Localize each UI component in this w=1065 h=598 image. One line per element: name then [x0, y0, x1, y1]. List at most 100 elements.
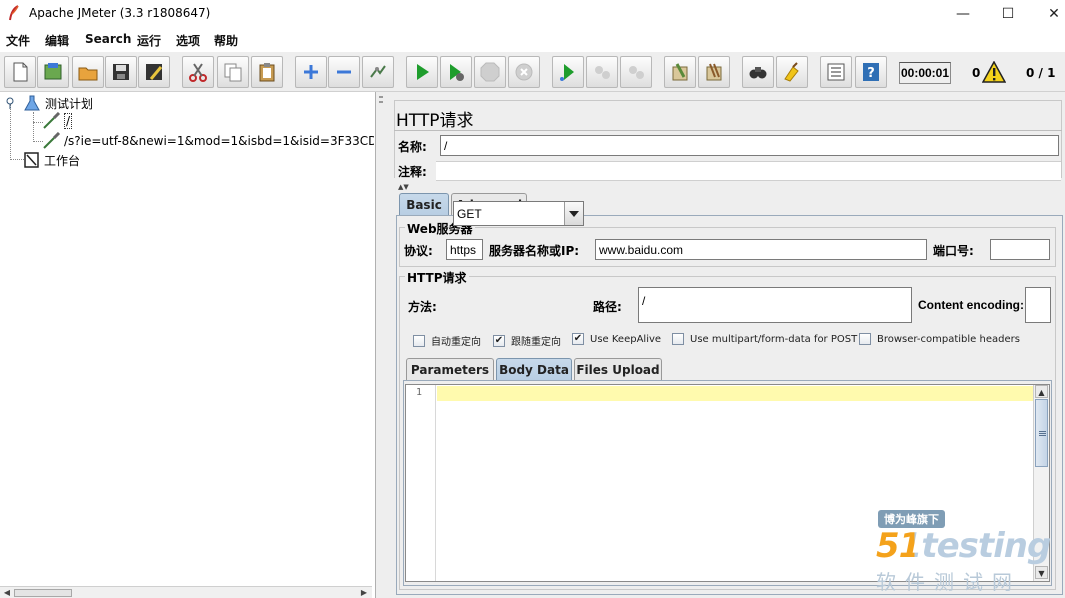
checkbox-keepalive[interactable]: ✔ Use KeepAlive [572, 333, 661, 345]
close-button[interactable]: ✕ [1031, 0, 1065, 28]
menu-options[interactable]: 选项 [176, 32, 200, 49]
open-button[interactable] [72, 56, 104, 88]
current-line-highlight[interactable] [437, 386, 1033, 401]
checkbox-box[interactable]: ✔ [572, 333, 584, 345]
scroll-up-icon[interactable]: ▲ [1035, 385, 1048, 398]
menu-help[interactable]: 帮助 [214, 32, 238, 49]
templates-button[interactable] [37, 56, 69, 88]
paste-icon [259, 63, 275, 82]
pane-splitter[interactable] [377, 92, 385, 598]
path-field[interactable]: / [638, 287, 912, 323]
new-button[interactable] [4, 56, 36, 88]
collapse-all-button[interactable] [328, 56, 360, 88]
menu-edit[interactable]: 编辑 [45, 32, 69, 49]
shutdown-icon [515, 63, 533, 81]
scroll-left-icon[interactable]: ◀ [1, 588, 13, 598]
menu-search[interactable]: Search [85, 32, 131, 46]
function-helper-button[interactable] [820, 56, 852, 88]
save-as-button[interactable] [138, 56, 170, 88]
tab-basic[interactable]: Basic [399, 193, 449, 215]
collapse-arrows-icon[interactable]: ▲▼ [398, 183, 409, 191]
tab-files-upload[interactable]: Files Upload [574, 358, 662, 380]
tree-item-workbench[interactable]: 工作台 [23, 151, 80, 169]
checkbox-box[interactable] [672, 333, 684, 345]
toggle-icon [370, 65, 386, 78]
start-button[interactable] [406, 56, 438, 88]
method-dropdown-button[interactable] [564, 202, 583, 225]
tree-item-child-sampler[interactable]: /s?ie=utf-8&newi=1&mod=1&isbd=1&isid=3F3… [42, 132, 374, 150]
expand-icon [304, 65, 318, 79]
name-field[interactable]: / [440, 135, 1059, 156]
tree-label-test-plan: 测试计划 [45, 96, 94, 111]
stop-icon [480, 62, 500, 82]
tree-expand-icon[interactable] [5, 97, 17, 109]
remote-stop-icon [595, 66, 610, 79]
jmeter-window: Apache JMeter (3.3 r1808647) — ☐ ✕ 文件 编辑… [0, 0, 1065, 598]
reset-search-button[interactable] [776, 56, 808, 88]
collapse-icon [337, 70, 351, 74]
remote-shutdown-button[interactable] [620, 56, 652, 88]
scroll-right-icon[interactable]: ▶ [358, 588, 370, 598]
search-icon [749, 67, 767, 79]
tab-parameters[interactable]: Parameters [406, 358, 494, 380]
checkbox-browser-headers[interactable]: Browser-compatible headers [859, 333, 1020, 345]
tree-item-sampler[interactable]: / [42, 112, 73, 130]
active-threads: 0 / 1 [1026, 66, 1056, 80]
tree-horizontal-scrollbar[interactable]: ◀ ▶ [0, 586, 372, 598]
sampler-pipette-icon [43, 132, 61, 149]
templates-icon [44, 63, 62, 80]
comment-field[interactable] [436, 161, 1061, 181]
encoding-field[interactable] [1025, 287, 1051, 323]
server-field[interactable]: www.baidu.com [595, 239, 927, 260]
protocol-field[interactable]: https [446, 239, 483, 260]
checkbox-box[interactable] [859, 333, 871, 345]
paste-button[interactable] [251, 56, 283, 88]
checkbox-follow-redirect[interactable]: ✔ 跟随重定向 [493, 333, 561, 348]
menu-run[interactable]: 运行 [137, 32, 161, 49]
watermark: 博为峰旗下 51testing 软件测试网 [868, 508, 1058, 594]
checkbox-auto-redirect[interactable]: 自动重定向 [413, 333, 481, 348]
copy-button[interactable] [217, 56, 249, 88]
open-icon [78, 67, 98, 81]
expand-all-button[interactable] [295, 56, 327, 88]
method-select[interactable]: GET [453, 201, 584, 226]
http-request-title: HTTP请求 [405, 269, 469, 286]
checkbox-label: 跟随重定向 [511, 337, 561, 348]
help-button[interactable]: ? [855, 56, 887, 88]
encoding-label: Content encoding: [918, 298, 1024, 312]
line-number: 1 [416, 387, 423, 398]
scroll-thumb[interactable] [14, 589, 72, 597]
cut-button[interactable] [182, 56, 214, 88]
test-plan-tree[interactable]: 测试计划 / /s?ie=utf-8&newi=1&mod=1&isbd=1&i… [0, 92, 376, 598]
workbench-icon [24, 152, 39, 168]
remote-stop-button[interactable] [586, 56, 618, 88]
minimize-button[interactable]: — [940, 0, 986, 28]
test-plan-flask-icon [24, 95, 40, 111]
shutdown-button[interactable] [508, 56, 540, 88]
start-no-pauses-button[interactable] [440, 56, 472, 88]
search-button[interactable] [742, 56, 774, 88]
checkbox-box[interactable] [413, 334, 425, 347]
port-field[interactable] [990, 239, 1050, 260]
clear-all-button[interactable] [698, 56, 730, 88]
jmeter-feather-icon [9, 5, 19, 21]
start-icon [417, 64, 429, 80]
reset-search-icon [784, 62, 799, 82]
svg-text:?: ? [867, 66, 875, 81]
checkbox-label: 自动重定向 [431, 337, 481, 348]
tree-item-test-plan[interactable]: 测试计划 [5, 94, 93, 112]
checkbox-multipart[interactable]: Use multipart/form-data for POST [672, 333, 857, 345]
warning-icon[interactable] [982, 61, 1006, 83]
save-button[interactable] [105, 56, 137, 88]
remote-start-button[interactable] [552, 56, 584, 88]
maximize-button[interactable]: ☐ [985, 0, 1031, 28]
cut-icon [189, 63, 207, 82]
scroll-thumb[interactable] [1035, 399, 1048, 467]
menu-file[interactable]: 文件 [6, 32, 30, 49]
clear-button[interactable] [664, 56, 696, 88]
stop-button[interactable] [474, 56, 506, 88]
toggle-button[interactable] [362, 56, 394, 88]
checkbox-box[interactable]: ✔ [493, 334, 505, 347]
toolbar: ? 00:00:01 0 0 / 1 [0, 52, 1065, 92]
tab-body-data[interactable]: Body Data [496, 358, 572, 380]
